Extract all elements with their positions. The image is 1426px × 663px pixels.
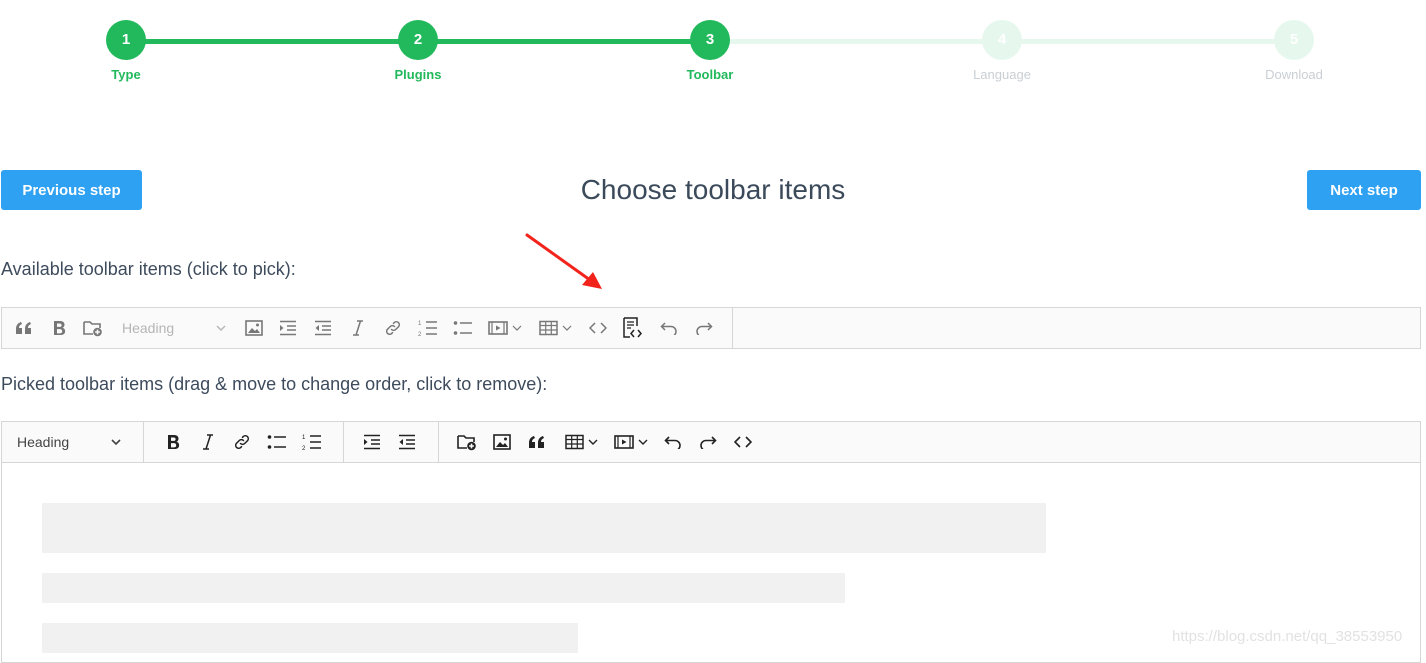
- step-number: 5: [1274, 20, 1314, 60]
- italic-icon[interactable]: [197, 431, 219, 453]
- heading-select-value: Heading: [122, 320, 175, 336]
- picked-items-label: Picked toolbar items (drag & move to cha…: [1, 374, 548, 394]
- svg-text:1: 1: [418, 321, 422, 327]
- heading-select[interactable]: Heading: [122, 317, 226, 339]
- annotation-arrow: [525, 233, 602, 289]
- media-embed-icon[interactable]: [486, 317, 526, 339]
- quote-icon[interactable]: [526, 431, 548, 453]
- step-language: 4 Language: [942, 20, 1062, 82]
- insert-file-icon[interactable]: [456, 431, 478, 453]
- bulleted-list-icon[interactable]: [266, 431, 288, 453]
- table-icon[interactable]: [563, 431, 603, 453]
- step-toolbar[interactable]: 3 Toolbar: [650, 20, 770, 82]
- numbered-list-icon[interactable]: 12: [300, 431, 324, 453]
- insert-file-icon[interactable]: [82, 317, 104, 339]
- step-number: 1: [106, 20, 146, 60]
- quote-icon[interactable]: [13, 317, 35, 339]
- italic-icon[interactable]: [347, 317, 369, 339]
- toolbar-separator: [343, 422, 344, 462]
- step-label: Download: [1265, 67, 1323, 82]
- source-editing-icon[interactable]: [620, 317, 644, 339]
- redo-icon[interactable]: [693, 317, 715, 339]
- content-placeholder: [42, 503, 1046, 553]
- step-plugins[interactable]: 2 Plugins: [358, 20, 478, 82]
- content-placeholder: [42, 573, 845, 603]
- link-icon[interactable]: [231, 431, 253, 453]
- table-icon[interactable]: [537, 317, 577, 339]
- step-download: 5 Download: [1234, 20, 1354, 82]
- numbered-list-icon[interactable]: 12: [416, 317, 440, 339]
- outdent-icon[interactable]: [396, 431, 418, 453]
- undo-icon[interactable]: [662, 431, 684, 453]
- available-toolbar-items: Heading 12: [2, 308, 733, 348]
- watermark: https://blog.csdn.net/qq_38553950: [1172, 628, 1403, 645]
- page-title: Choose toolbar items: [580, 174, 846, 205]
- available-toolbar: Heading 12: [1, 307, 1421, 349]
- svg-text:1: 1: [302, 435, 306, 441]
- step-type[interactable]: 1 Type: [66, 20, 186, 82]
- step-label: Toolbar: [686, 67, 734, 82]
- chevron-down-icon: [111, 439, 121, 445]
- outdent-icon[interactable]: [312, 317, 334, 339]
- heading-select-value: Heading: [17, 434, 70, 450]
- toolbar-separator: [143, 422, 144, 462]
- heading-select[interactable]: Heading: [17, 431, 121, 453]
- svg-text:2: 2: [302, 446, 306, 451]
- chevron-down-icon: [216, 325, 226, 331]
- bulleted-list-icon[interactable]: [452, 317, 474, 339]
- indent-icon[interactable]: [277, 317, 299, 339]
- code-icon[interactable]: [732, 431, 754, 453]
- step-number: 3: [690, 20, 730, 60]
- picked-toolbar: Heading 12: [2, 422, 1420, 463]
- next-step-button[interactable]: Next step: [1307, 170, 1421, 210]
- bold-icon[interactable]: [162, 431, 184, 453]
- available-items-label: Available toolbar items (click to pick):: [1, 259, 296, 279]
- bold-icon[interactable]: [48, 317, 70, 339]
- content-placeholder: [42, 623, 578, 653]
- svg-text:2: 2: [418, 332, 422, 337]
- image-icon[interactable]: [243, 317, 265, 339]
- image-icon[interactable]: [491, 431, 513, 453]
- indent-icon[interactable]: [361, 431, 383, 453]
- progress-stepper: 1 Type 2 Plugins 3 Toolbar 4 Language 5 …: [0, 0, 1426, 100]
- link-icon[interactable]: [382, 317, 404, 339]
- code-icon[interactable]: [587, 317, 609, 339]
- undo-icon[interactable]: [658, 317, 680, 339]
- step-number: 2: [398, 20, 438, 60]
- step-label: Plugins: [394, 67, 442, 82]
- editor-preview: Heading 12: [1, 421, 1421, 663]
- step-label: Type: [111, 67, 141, 82]
- step-number: 4: [982, 20, 1022, 60]
- media-embed-icon[interactable]: [612, 431, 652, 453]
- toolbar-separator: [438, 422, 439, 462]
- previous-step-button[interactable]: Previous step: [1, 170, 142, 210]
- step-label: Language: [973, 67, 1031, 82]
- redo-icon[interactable]: [697, 431, 719, 453]
